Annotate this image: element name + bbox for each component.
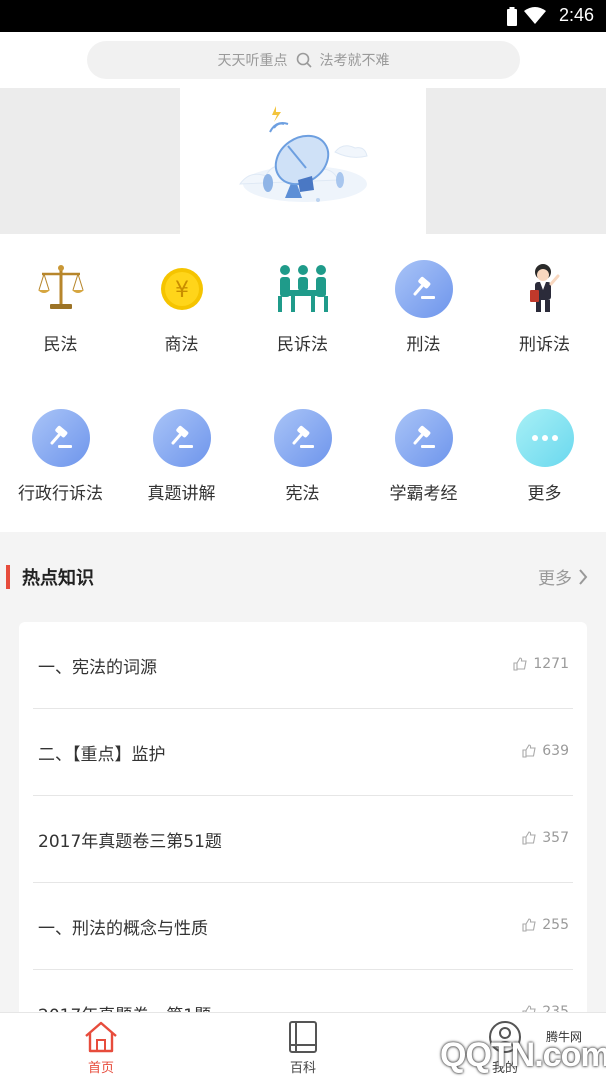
section-more-link[interactable]: 更多	[538, 564, 588, 589]
gavel-icon	[394, 260, 453, 318]
book-icon	[243, 1017, 363, 1057]
scales-icon	[32, 260, 90, 318]
category-civil-law[interactable]: 民法	[0, 260, 121, 355]
section-title: 热点知识	[22, 568, 94, 589]
item-title: 2017年真题卷三第51题	[38, 832, 222, 852]
list-item[interactable]: 2017年真题卷三第51题 357	[19, 796, 587, 883]
gavel-icon	[31, 409, 90, 467]
like-count-value: 1271	[533, 656, 569, 672]
category-icon-wrap	[273, 409, 332, 467]
category-criminal-law[interactable]: 刑法	[363, 260, 484, 355]
status-bar: 2:46	[0, 0, 606, 32]
more-dots-icon	[515, 409, 574, 467]
category-constitution[interactable]: 宪法	[242, 409, 363, 504]
category-label: 真题讲解	[147, 484, 216, 504]
like-count-value: 255	[542, 917, 569, 933]
category-label: 宪法	[285, 484, 320, 504]
thumbs-up-icon	[513, 657, 528, 671]
category-study-tips[interactable]: 学霸考经	[363, 409, 484, 504]
category-label: 学霸考经	[389, 484, 458, 504]
category-label: 民诉法	[277, 335, 328, 355]
search-slogan-right: 法考就不难	[319, 53, 390, 69]
category-label: 更多	[527, 484, 562, 504]
list-item[interactable]: 一、刑法的概念与性质 255	[19, 883, 587, 970]
banner-slide[interactable]	[180, 88, 426, 234]
site-watermark: QQTN.com 腾牛网	[398, 1014, 606, 1078]
category-icon-wrap	[152, 409, 211, 467]
like-count-value: 357	[542, 830, 569, 846]
list-item[interactable]: 一、宪法的词源 1271	[19, 622, 587, 709]
lawyer-woman-icon	[516, 260, 574, 318]
section-accent-bar	[6, 565, 10, 589]
like-count: 1271	[513, 656, 569, 672]
like-count-value: 639	[542, 743, 569, 759]
status-time: 2:46	[558, 5, 594, 25]
item-title: 二、【重点】监护	[38, 745, 166, 765]
thumbs-up-icon	[522, 744, 536, 758]
category-icon-wrap	[394, 260, 453, 318]
category-grid: 民法 ¥ 商法 民诉法 刑法 刑诉法 行政行诉法 真题讲解 宪法 学霸考经 更多	[0, 234, 606, 532]
battery-icon	[507, 7, 517, 26]
hot-section-header: 热点知识 更多	[0, 556, 606, 596]
category-icon-wrap	[31, 409, 90, 467]
category-label: 行政行诉法	[18, 484, 103, 504]
category-label: 民法	[43, 335, 78, 355]
meeting-people-icon	[274, 260, 332, 318]
home-icon	[41, 1017, 161, 1057]
like-count: 357	[522, 830, 569, 846]
item-title: 一、宪法的词源	[38, 658, 157, 678]
chevron-right-icon	[579, 568, 588, 585]
wifi-icon	[524, 7, 546, 24]
tab-label: 百科	[289, 1061, 316, 1076]
category-icon-wrap	[394, 409, 453, 467]
category-civil-procedure[interactable]: 民诉法	[242, 260, 363, 355]
gavel-icon	[394, 409, 453, 467]
search-slogan-left: 天天听重点	[217, 53, 288, 69]
list-item[interactable]: 二、【重点】监护 639	[19, 709, 587, 796]
svg-text:¥: ¥	[175, 278, 189, 303]
category-commercial-law[interactable]: ¥ 商法	[121, 260, 242, 355]
category-label: 商法	[164, 335, 199, 355]
gavel-icon	[152, 409, 211, 467]
category-icon-wrap	[515, 409, 574, 467]
gavel-icon	[273, 409, 332, 467]
tab-label: 首页	[87, 1061, 114, 1076]
satellite-dish-illustration	[238, 106, 368, 202]
search-icon	[296, 52, 312, 68]
tab-encyclopedia[interactable]: 百科	[243, 1017, 363, 1076]
category-label: 刑诉法	[519, 335, 570, 355]
category-criminal-procedure[interactable]: 刑诉法	[484, 260, 605, 355]
like-count: 639	[522, 743, 569, 759]
yuan-coin-icon: ¥	[153, 260, 211, 318]
tab-home[interactable]: 首页	[41, 1017, 161, 1076]
search-bar[interactable]: 天天听重点 法考就不难	[87, 41, 520, 79]
category-administrative-law[interactable]: 行政行诉法	[0, 409, 121, 504]
category-exam-explained[interactable]: 真题讲解	[121, 409, 242, 504]
thumbs-up-icon	[522, 831, 536, 845]
thumbs-up-icon	[522, 918, 536, 932]
search-header: 天天听重点 法考就不难	[0, 32, 606, 88]
category-more[interactable]: 更多	[484, 409, 605, 504]
hot-knowledge-list: 一、宪法的词源 1271 二、【重点】监护 639 2017年真题卷三第51题 …	[19, 622, 587, 1042]
like-count: 255	[522, 917, 569, 933]
item-title: 一、刑法的概念与性质	[38, 919, 208, 939]
category-label: 刑法	[406, 335, 441, 355]
more-label: 更多	[538, 569, 572, 589]
banner-carousel[interactable]	[0, 88, 606, 312]
watermark-site: 腾牛网	[546, 1030, 583, 1044]
